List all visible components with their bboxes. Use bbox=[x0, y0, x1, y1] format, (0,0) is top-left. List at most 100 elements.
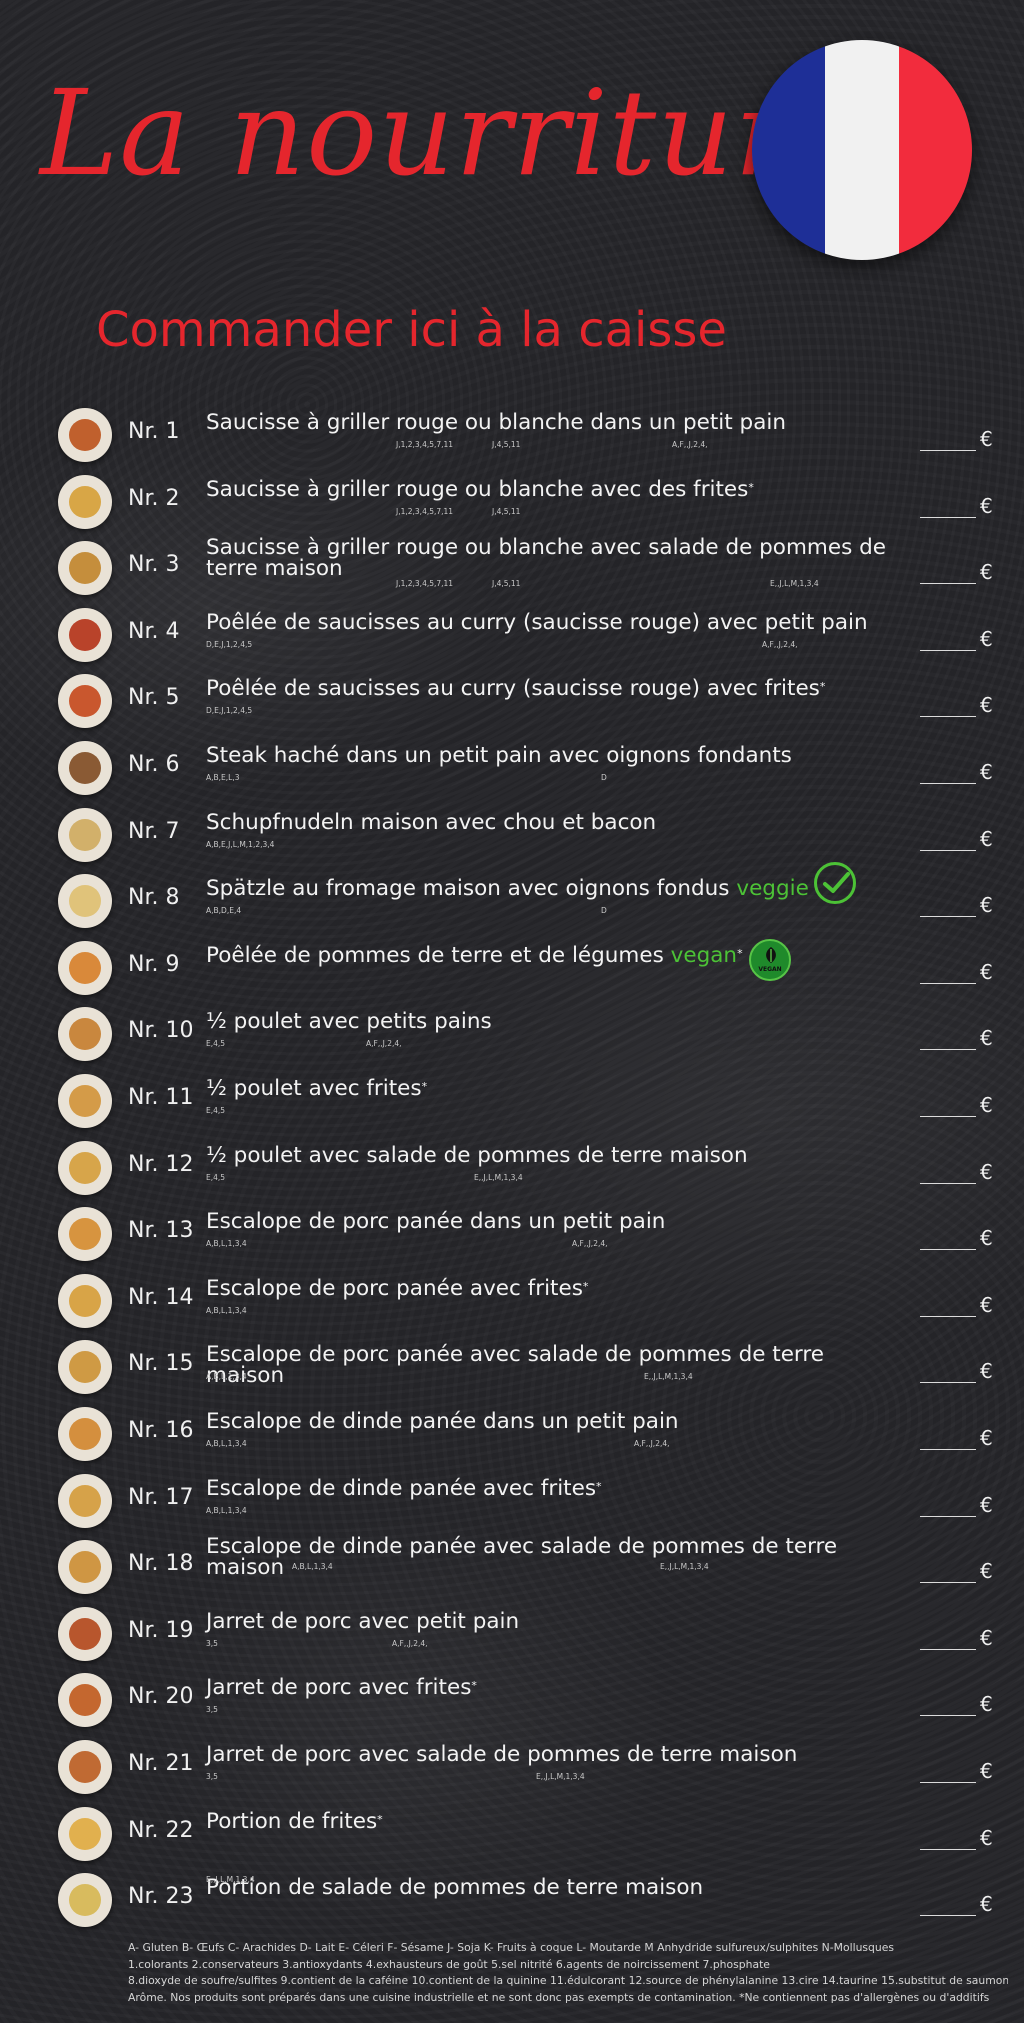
dish-name-text: Jarret de porc avec petit pain bbox=[206, 1608, 520, 1634]
dish-photo-icon bbox=[58, 1340, 112, 1395]
allergen-codes: A,B,D,E,4 bbox=[206, 906, 242, 916]
dish-name-text: Escalope de porc panée avec salade de po… bbox=[206, 1342, 824, 1389]
menu-item: Nr. 23 Portion de salade de pommes de ter… bbox=[0, 1869, 1024, 1935]
allergen-codes: E,,J,L,M,1,3,4 bbox=[206, 1875, 255, 1885]
price-blank: € bbox=[920, 759, 1000, 785]
menu-item: Nr. 14 Escalope de porc panée avec frites… bbox=[0, 1270, 1024, 1336]
euro-symbol: € bbox=[980, 893, 993, 918]
menu-item: Nr. 10 ½ poulet avec petits pains E,4,5 A,F… bbox=[0, 1003, 1024, 1069]
dish-name: Escalope de porc panée avec salade de po… bbox=[206, 1342, 906, 1389]
allergen-codes: D,E,J,1,2,4,5 bbox=[206, 706, 253, 716]
allergen-codes: E,4,5 bbox=[206, 1106, 226, 1115]
price-blank: € bbox=[920, 1891, 1000, 1917]
dish-name: Jarret de porc avec petit pain bbox=[206, 1608, 906, 1634]
price-blank: € bbox=[920, 692, 1000, 718]
menu-item: Nr. 22 Portion de frites* € bbox=[0, 1803, 1024, 1869]
price-underline bbox=[920, 583, 976, 585]
menu-item: Nr. 4 Poêlée de saucisses au curry (sauci… bbox=[0, 604, 1024, 670]
allergen-codes: A,B,E,L,3 bbox=[206, 773, 240, 782]
dish-name: Poêlée de pommes de terre et de légumes … bbox=[206, 942, 906, 968]
dish-name-text-continued: maison bbox=[206, 1555, 285, 1581]
price-underline bbox=[920, 1915, 976, 1917]
menu-item: Nr. 11 ½ poulet avec frites* E,4,5 € bbox=[0, 1070, 1024, 1136]
dish-name-text: Jarret de porc avec frites bbox=[206, 1675, 472, 1701]
price-blank: € bbox=[920, 1025, 1000, 1051]
dish-name: Spätzle au fromage maison avec oignons f… bbox=[206, 876, 906, 902]
price-blank: € bbox=[920, 1225, 1000, 1251]
dish-name-text: Portion de salade de pommes de terre mai… bbox=[206, 1875, 704, 1901]
dish-name: Schupfnudeln maison avec chou et bacon bbox=[206, 809, 906, 835]
dish-photo-icon bbox=[58, 1007, 112, 1062]
allergen-codes: 3,5 bbox=[206, 1705, 218, 1715]
price-underline bbox=[920, 982, 976, 984]
allergen-legend: A- Gluten B- Œufs C- Arachides D- Lait E… bbox=[128, 1940, 1008, 2006]
menu-item: Nr. 18 Escalope de dinde panée avec salad… bbox=[0, 1536, 1024, 1602]
euro-symbol: € bbox=[980, 826, 993, 851]
dish-photo-icon bbox=[58, 674, 112, 729]
price-underline bbox=[920, 1182, 976, 1184]
no-additives-asterisk: * bbox=[471, 1679, 477, 1693]
price-underline bbox=[920, 1715, 976, 1717]
dish-name-text-continued: terre maison bbox=[206, 556, 343, 582]
allergen-codes: A,F,,J,2,4, bbox=[762, 639, 798, 649]
price-blank: € bbox=[920, 626, 1000, 652]
allergen-codes: E,4,5 bbox=[206, 1039, 226, 1049]
allergen-codes: A,B,L,1,3,4 bbox=[206, 1505, 247, 1515]
menu-item: Nr. 2 Saucisse à griller rouge ou blanche… bbox=[0, 471, 1024, 537]
price-underline bbox=[920, 783, 976, 784]
dish-photo-icon bbox=[58, 1540, 112, 1595]
item-number: Nr. 7 bbox=[128, 818, 180, 844]
no-additives-asterisk: * bbox=[421, 1080, 428, 1093]
price-blank: € bbox=[920, 892, 1000, 918]
item-number: Nr. 9 bbox=[128, 951, 180, 977]
dish-photo-icon bbox=[58, 1407, 112, 1461]
menu-item: Nr. 7 Schupfnudeln maison avec chou et ba… bbox=[0, 804, 1024, 870]
dish-name-text: Escalope de porc panée dans un petit pai… bbox=[206, 1209, 666, 1235]
dish-name-text: Steak haché dans un petit pain avec oign… bbox=[206, 743, 792, 768]
price-blank: € bbox=[920, 1691, 1000, 1717]
euro-symbol: € bbox=[980, 1759, 993, 1783]
dish-photo-icon bbox=[58, 1074, 112, 1128]
price-underline bbox=[920, 649, 976, 651]
dish-name: Portion de frites* bbox=[206, 1810, 906, 1832]
allergen-codes: A,B,L,1,3,4 bbox=[206, 1439, 247, 1448]
dish-name-text: Saucisse à griller rouge ou blanche avec… bbox=[206, 476, 749, 502]
allergen-codes: D,E,J,1,2,4,5 bbox=[206, 639, 253, 649]
euro-symbol: € bbox=[980, 626, 993, 651]
dish-name-text: Saucisse à griller rouge ou blanche dans… bbox=[206, 410, 786, 435]
no-additives-asterisk: * bbox=[737, 946, 743, 960]
price-blank: € bbox=[920, 1092, 1000, 1118]
dish-name-text: Schupfnudeln maison avec chou et bacon bbox=[206, 809, 657, 835]
dish-photo-icon bbox=[58, 1740, 112, 1794]
price-underline bbox=[920, 1648, 976, 1650]
no-additives-asterisk: * bbox=[819, 680, 826, 694]
allergen-codes: E,,J,L,M,1,3,4 bbox=[644, 1372, 693, 1382]
item-number: Nr. 14 bbox=[128, 1284, 194, 1310]
price-underline bbox=[920, 1848, 976, 1850]
price-underline bbox=[920, 1249, 976, 1251]
price-blank: € bbox=[920, 1825, 1000, 1851]
price-blank: € bbox=[920, 959, 1000, 985]
item-number: Nr. 12 bbox=[128, 1151, 194, 1177]
euro-symbol: € bbox=[980, 1226, 993, 1251]
euro-symbol: € bbox=[980, 560, 993, 585]
item-number: Nr. 10 bbox=[128, 1018, 194, 1044]
menu-item: Nr. 3 Saucisse à griller rouge ou blanche… bbox=[0, 537, 1024, 603]
dish-name: ½ poulet avec petits pains bbox=[206, 1011, 906, 1033]
item-number: Nr. 19 bbox=[128, 1617, 194, 1643]
euro-symbol: € bbox=[980, 1026, 993, 1051]
vegan-label: vegan bbox=[670, 942, 738, 968]
price-blank: € bbox=[920, 559, 1000, 585]
item-number: Nr. 20 bbox=[128, 1684, 194, 1710]
dish-name: Escalope de dinde panée dans un petit pa… bbox=[206, 1411, 906, 1433]
veggie-label: veggie bbox=[736, 876, 809, 902]
allergen-codes: A,F,,J,2,4, bbox=[672, 440, 708, 449]
menu-item: Nr. 6 Steak haché dans un petit pain avec… bbox=[0, 737, 1024, 803]
dish-photo-icon bbox=[58, 1473, 112, 1528]
menu-item: Nr. 13 Escalope de porc panée dans un pet… bbox=[0, 1203, 1024, 1269]
price-underline bbox=[920, 849, 976, 851]
dish-name-text: Spätzle au fromage maison avec oignons f… bbox=[206, 876, 730, 902]
euro-symbol: € bbox=[980, 1692, 993, 1717]
item-number: Nr. 4 bbox=[128, 618, 180, 644]
euro-symbol: € bbox=[980, 959, 993, 984]
